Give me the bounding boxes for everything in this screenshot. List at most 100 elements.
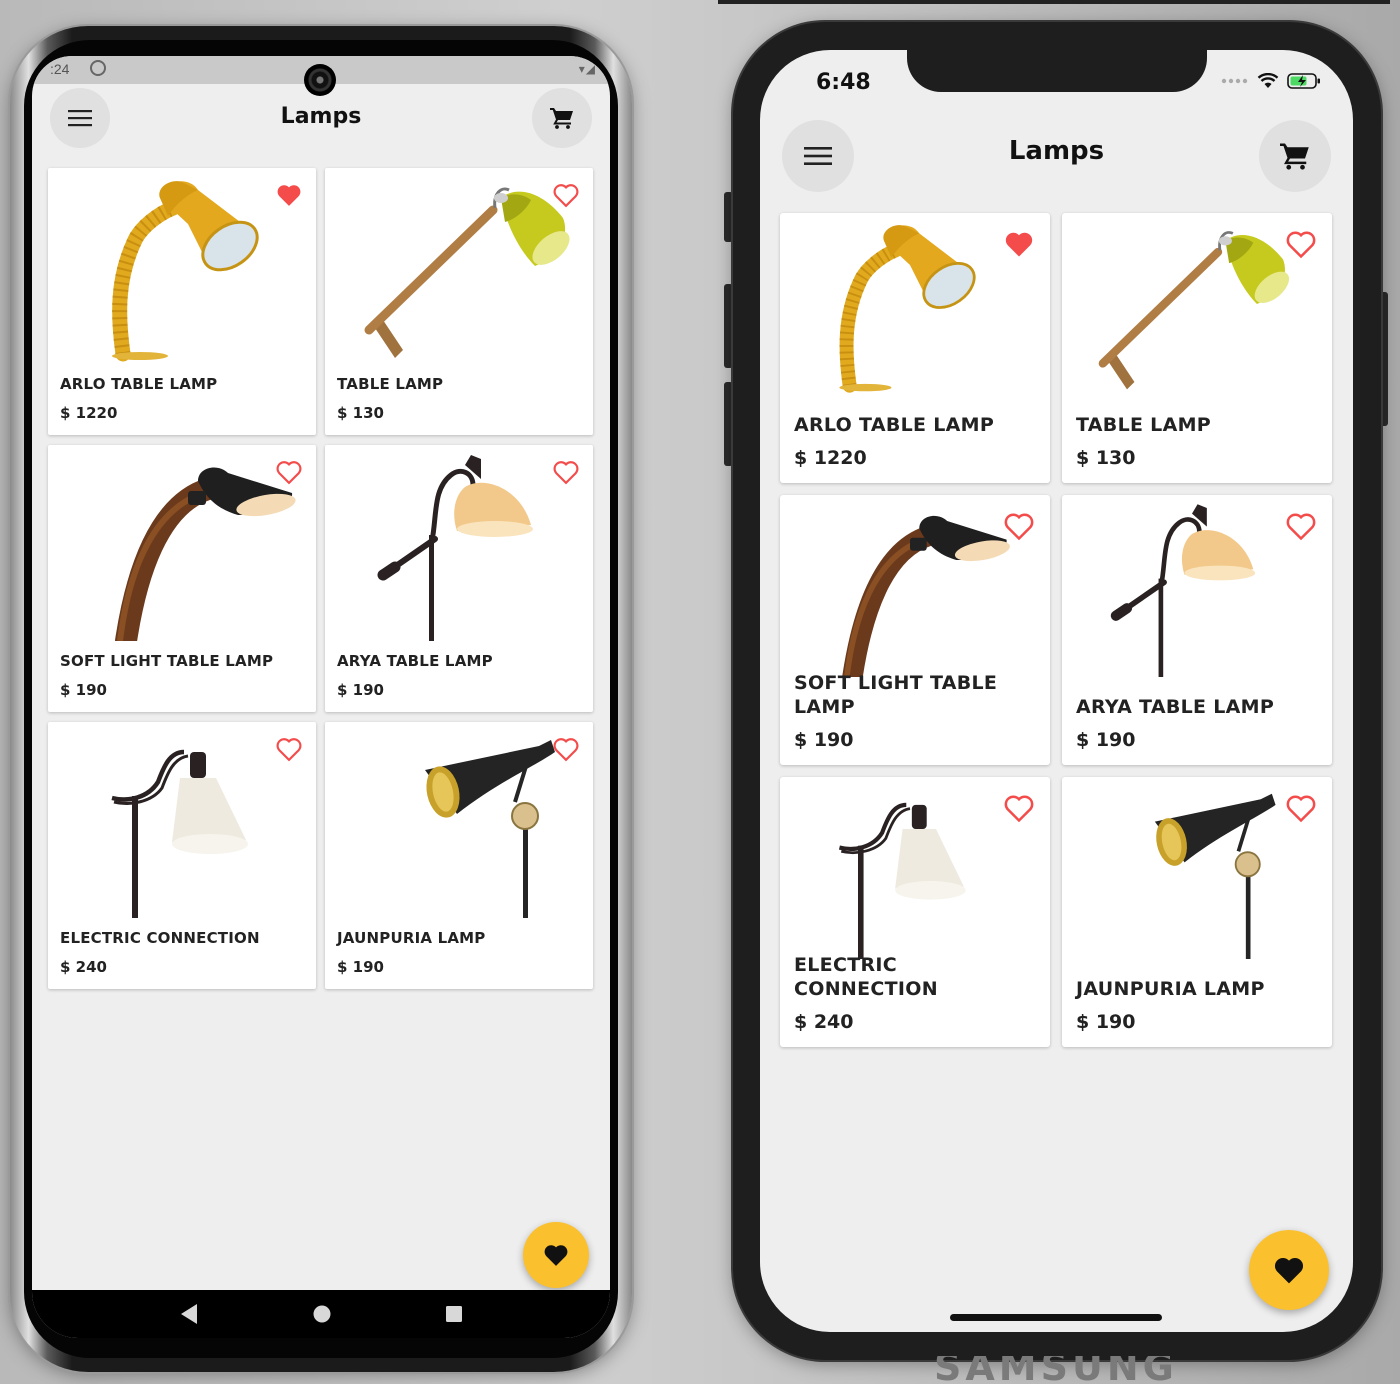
favorite-toggle[interactable] <box>553 182 579 212</box>
lamp-image <box>839 225 976 393</box>
product-card[interactable]: ELECTRIC CONNECTION $ 240 <box>48 722 316 989</box>
product-info: ARLO TABLE LAMP $ 1220 <box>794 413 1040 469</box>
favorite-toggle[interactable] <box>1004 511 1034 545</box>
favorites-fab[interactable] <box>523 1222 589 1288</box>
product-card[interactable]: ARYA TABLE LAMP $ 190 <box>1062 495 1332 765</box>
status-time: :24 <box>50 61 70 77</box>
favorite-toggle[interactable] <box>1286 793 1316 827</box>
lamp-image <box>364 187 570 358</box>
iphone-power-button <box>1380 292 1388 426</box>
lamp-image <box>115 467 296 641</box>
cart-button[interactable] <box>532 88 592 148</box>
product-price: $ 190 <box>337 681 384 699</box>
favorite-toggle[interactable] <box>1286 229 1316 263</box>
battery-charging-icon <box>1287 73 1320 89</box>
heart-icon <box>544 1245 568 1266</box>
product-price: $ 190 <box>1076 1011 1136 1033</box>
product-name: TABLE LAMP <box>337 375 444 393</box>
heart-outline-icon <box>553 738 579 762</box>
product-name: ELECTRIC CONNECTION <box>794 954 938 1000</box>
product-name: JAUNPURIA LAMP <box>337 929 486 947</box>
android-app: Lamps ARLO TABLE LAMP $ 1220 TABLE LAMP … <box>32 84 610 1290</box>
heart-outline-icon <box>1004 513 1034 541</box>
iphone-mute-switch <box>724 192 733 242</box>
heart-outline-icon <box>276 738 302 762</box>
heart-outline-icon <box>1286 795 1316 823</box>
favorites-fab[interactable] <box>1249 1230 1329 1310</box>
home-indicator[interactable] <box>950 1314 1162 1321</box>
cart-icon <box>550 108 573 129</box>
product-name: ARLO TABLE LAMP <box>794 414 995 436</box>
favorite-toggle[interactable] <box>553 459 579 489</box>
product-name: JAUNPURIA LAMP <box>1076 978 1265 1000</box>
cart-button[interactable] <box>1259 120 1331 192</box>
product-price: $ 240 <box>60 958 107 976</box>
iphone-notch <box>907 50 1207 92</box>
product-card[interactable]: JAUNPURIA LAMP $ 190 <box>325 722 593 989</box>
status-sync-icon <box>90 60 106 76</box>
lamp-image <box>1110 504 1256 677</box>
iphone-screen: 6:48 Lamps ARLO TABLE LAMP $ 1220 TABLE … <box>760 50 1353 1332</box>
product-card[interactable]: ARLO TABLE LAMP $ 1220 <box>48 168 316 435</box>
android-screen: :24 ▾◢ Lamps ARLO TABLE LAMP $ 1220 TABL… <box>32 56 610 1338</box>
favorite-toggle[interactable] <box>276 182 302 212</box>
product-name: TABLE LAMP <box>1076 414 1212 436</box>
favorite-toggle[interactable] <box>553 736 579 766</box>
product-name: ELECTRIC CONNECTION <box>60 929 260 947</box>
favorite-toggle[interactable] <box>276 736 302 766</box>
back-triangle-icon[interactable] <box>179 1303 199 1325</box>
product-card[interactable]: ELECTRIC CONNECTION $ 240 <box>780 777 1050 1047</box>
heart-outline-icon <box>1286 231 1316 259</box>
product-name: ARLO TABLE LAMP <box>60 375 218 393</box>
product-card[interactable]: TABLE LAMP $ 130 <box>1062 213 1332 483</box>
product-price: $ 130 <box>1076 447 1136 469</box>
heart-filled-icon <box>277 185 301 206</box>
product-info: ARYA TABLE LAMP $ 190 <box>1076 695 1322 751</box>
favorite-toggle[interactable] <box>276 459 302 489</box>
heart-outline-icon <box>553 461 579 485</box>
lamp-image <box>1098 231 1290 390</box>
favorite-toggle[interactable] <box>1004 229 1034 263</box>
front-camera <box>304 64 336 96</box>
product-card[interactable]: SOFT LIGHT TABLE LAMP $ 190 <box>780 495 1050 765</box>
product-info: ELECTRIC CONNECTION $ 240 <box>794 953 1040 1033</box>
product-info: JAUNPURIA LAMP $ 190 <box>1076 977 1322 1033</box>
recents-square-icon[interactable] <box>445 1305 463 1323</box>
lamp-image <box>425 740 555 918</box>
android-device: :24 ▾◢ Lamps ARLO TABLE LAMP $ 1220 TABL… <box>10 26 632 1372</box>
product-name: ARYA TABLE LAMP <box>1076 696 1275 718</box>
product-price: $ 240 <box>794 1011 854 1033</box>
product-price: $ 190 <box>60 681 107 699</box>
product-info: TABLE LAMP $ 130 <box>1076 413 1322 469</box>
lamp-image <box>1154 793 1276 959</box>
heart-outline-icon <box>1286 513 1316 541</box>
heart-icon <box>1274 1257 1304 1284</box>
status-signal-icon: ▾◢ <box>578 62 596 76</box>
product-name: SOFT LIGHT TABLE LAMP <box>60 652 274 670</box>
product-card[interactable]: JAUNPURIA LAMP $ 190 <box>1062 777 1332 1047</box>
product-price: $ 190 <box>1076 729 1136 751</box>
product-card[interactable]: SOFT LIGHT TABLE LAMP $ 190 <box>48 445 316 712</box>
product-name: ARYA TABLE LAMP <box>337 652 493 670</box>
samsung-brand-text: SAMSUNG <box>934 1356 1178 1384</box>
product-price: $ 130 <box>337 404 384 422</box>
favorite-toggle[interactable] <box>1286 511 1316 545</box>
home-circle-icon[interactable] <box>312 1304 332 1324</box>
product-price: $ 1220 <box>794 447 867 469</box>
signal-dots-icon <box>1221 78 1248 84</box>
favorite-toggle[interactable] <box>1004 793 1034 827</box>
product-card[interactable]: TABLE LAMP $ 130 <box>325 168 593 435</box>
iphone-volume-down <box>724 382 733 466</box>
product-card[interactable]: ARLO TABLE LAMP $ 1220 <box>780 213 1050 483</box>
page-title: Lamps <box>280 104 362 129</box>
heart-outline-icon <box>1004 795 1034 823</box>
device-top-edge <box>718 0 1390 4</box>
product-grid: ARLO TABLE LAMP $ 1220 TABLE LAMP $ 130 … <box>48 168 593 989</box>
lamp-image <box>838 802 966 959</box>
product-price: $ 190 <box>337 958 384 976</box>
status-time: 6:48 <box>816 70 871 95</box>
product-card[interactable]: ARYA TABLE LAMP $ 190 <box>325 445 593 712</box>
lamp-image <box>112 181 259 362</box>
product-price: $ 1220 <box>60 404 118 422</box>
product-price: $ 190 <box>794 729 854 751</box>
